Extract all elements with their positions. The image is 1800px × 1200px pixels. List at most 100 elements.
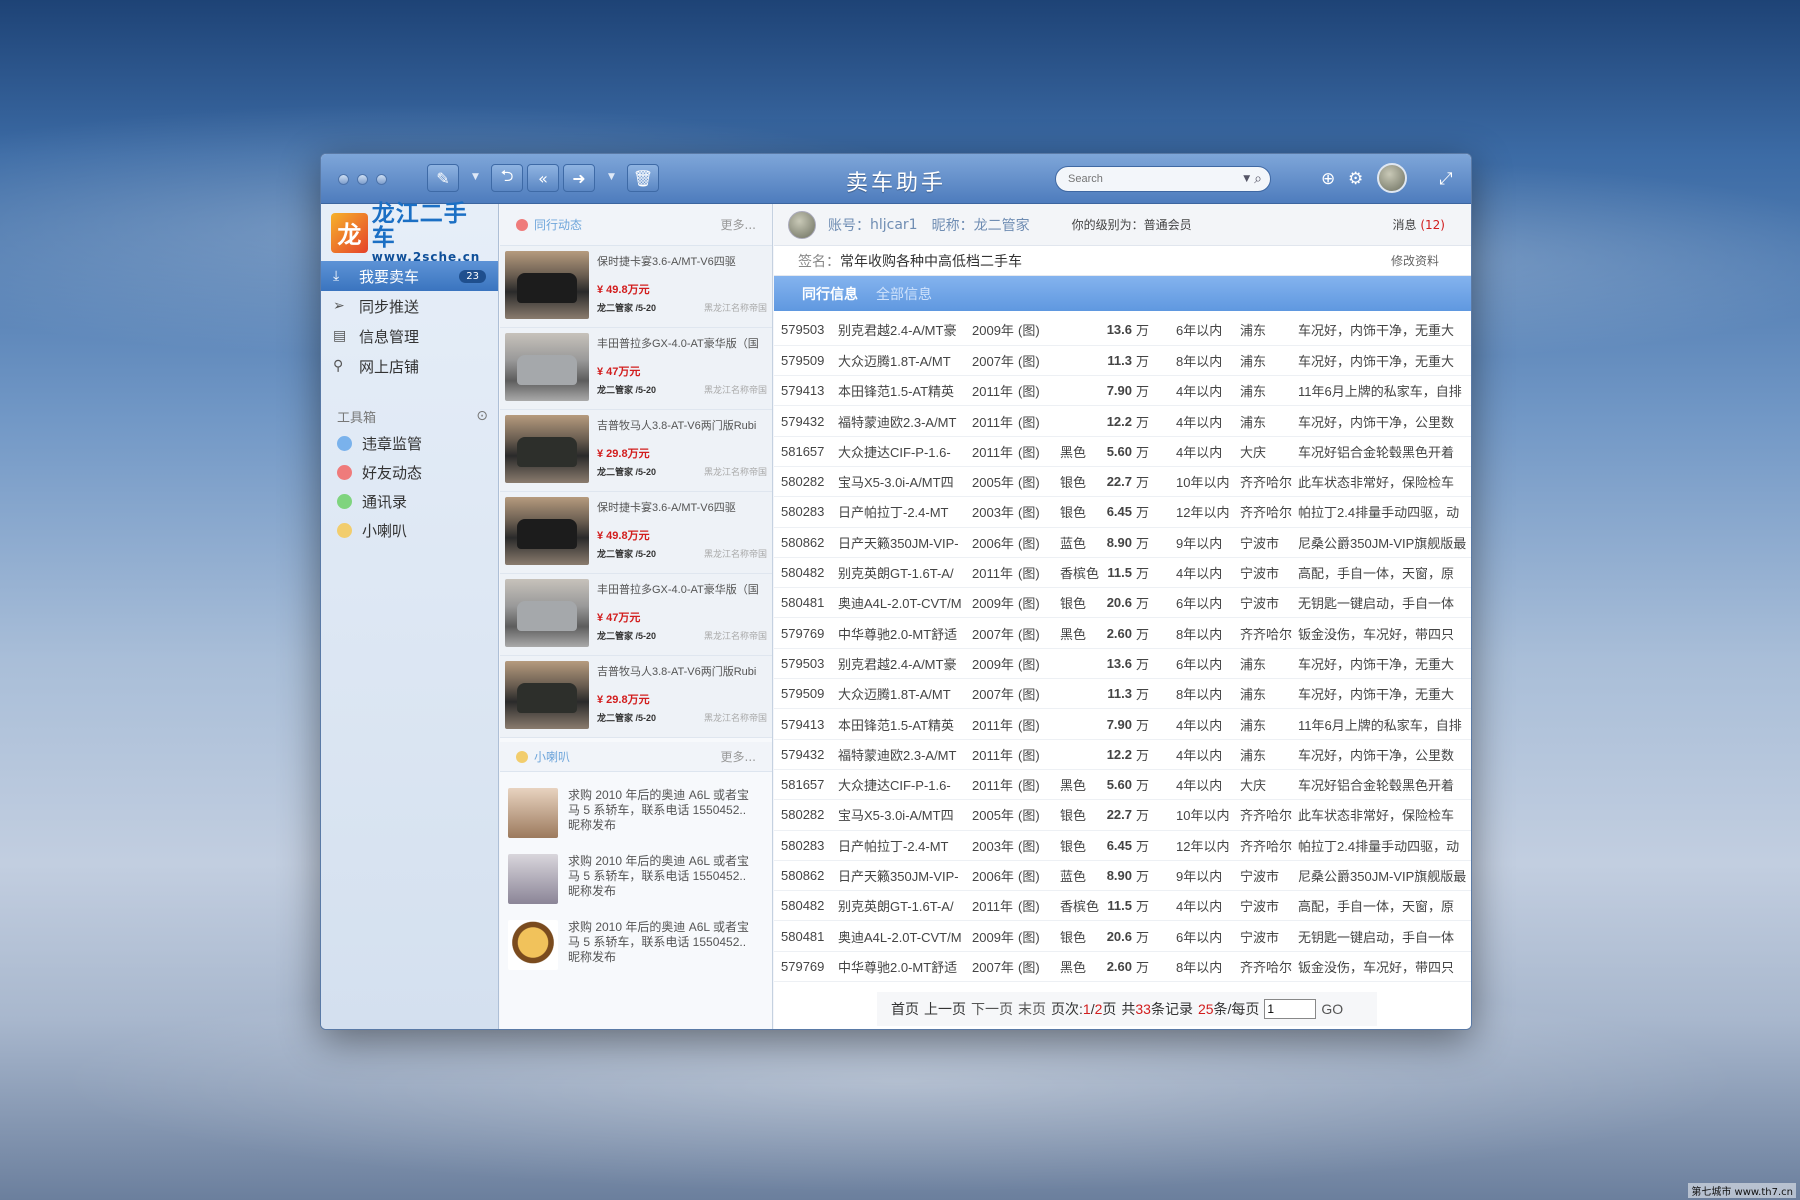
photo-link[interactable]: (图) <box>1018 315 1060 346</box>
go-button[interactable]: GO <box>1321 1001 1343 1017</box>
listing-model[interactable]: 大众捷达CIF-P-1.6- <box>838 436 972 467</box>
account-avatar[interactable] <box>788 210 816 239</box>
table-row[interactable]: 580282 宝马X5-3.0i-A/MT四 2005年 (图) 银色 22.7 万 10年以… <box>774 466 1471 498</box>
table-row[interactable]: 579769 中华尊驰2.0-MT舒适 2007年 (图) 黑色 2.60 万 8年以内 齐齐哈… <box>774 951 1471 983</box>
minimize-window-button[interactable] <box>357 174 368 185</box>
tool-item-violation[interactable]: 违章监管 <box>321 429 498 458</box>
photo-link[interactable]: (图) <box>1018 920 1060 952</box>
photo-link[interactable]: (图) <box>1018 860 1060 892</box>
table-row[interactable]: 579432 福特蒙迪欧2.3-A/MT 2011年 (图) 12.2 万 4年以内 浦东 车况… <box>774 405 1471 437</box>
table-row[interactable]: 581657 大众捷达CIF-P-1.6- 2011年 (图) 黑色 5.60 万 4年以内大… <box>774 769 1471 801</box>
listing-model[interactable]: 日产帕拉丁-2.4-MT <box>838 496 972 528</box>
forward-button[interactable]: ➜ <box>563 164 595 192</box>
tab-peer-info[interactable]: 同行信息 <box>802 284 858 304</box>
messages-link[interactable]: 消息 (12) <box>1393 216 1445 233</box>
photo-link[interactable]: (图) <box>1018 405 1060 437</box>
photo-link[interactable]: (图) <box>1018 648 1060 680</box>
photo-link[interactable]: (图) <box>1018 617 1060 649</box>
horn-more-link[interactable]: 更多... <box>721 748 756 765</box>
photo-link[interactable]: (图) <box>1018 678 1060 710</box>
listing-model[interactable]: 日产天籁350JM-VIP- <box>838 860 972 892</box>
search-icon[interactable]: ⌕ <box>1254 171 1262 187</box>
listing-model[interactable]: 大众迈腾1.8T-A/MT <box>838 345 972 377</box>
next-page-link[interactable]: 下一页 <box>971 999 1013 1019</box>
listing-model[interactable]: 奥迪A4L-2.0T-CVT/M <box>838 587 972 619</box>
photo-link[interactable]: (图) <box>1018 587 1060 619</box>
close-window-button[interactable] <box>338 174 349 185</box>
prev-page-link[interactable]: 上一页 <box>924 999 966 1019</box>
sidebar-item-sync-push[interactable]: ➢ 同步推送 <box>321 291 498 321</box>
listing-model[interactable]: 中华尊驰2.0-MT舒适 <box>838 617 972 649</box>
brand-logo[interactable]: 龙 龙江二手车 www.2sche.cn <box>321 202 498 264</box>
collapse-icon[interactable]: ⊙ <box>476 408 488 424</box>
listing-model[interactable]: 本田锋范1.5-AT精英 <box>838 375 972 407</box>
table-row[interactable]: 581657 大众捷达CIF-P-1.6- 2011年 (图) 黑色 5.60 万 4年以内大… <box>774 436 1471 467</box>
table-row[interactable]: 580481 奥迪A4L-2.0T-CVT/M 2009年 (图) 银色 20.6 万 6年以… <box>774 920 1471 952</box>
tool-item-horn[interactable]: 小喇叭 <box>321 516 498 545</box>
search-dropdown-icon[interactable]: ▼ <box>1243 174 1250 184</box>
delete-button[interactable]: 🗑 <box>627 164 659 192</box>
photo-link[interactable]: (图) <box>1018 951 1060 983</box>
listing-model[interactable]: 日产帕拉丁-2.4-MT <box>838 830 972 861</box>
listing-model[interactable]: 宝马X5-3.0i-A/MT四 <box>838 799 972 831</box>
car-card[interactable]: 丰田普拉多GX-4.0-AT豪华版（国 ¥ 47万元 龙二管家 /5-20 黑龙江名称… <box>500 328 772 410</box>
photo-link[interactable]: (图) <box>1018 799 1060 831</box>
photo-link[interactable]: (图) <box>1018 557 1060 589</box>
photo-link[interactable]: (图) <box>1018 708 1060 740</box>
reply-all-button[interactable]: « <box>527 164 559 192</box>
tool-item-friends[interactable]: 好友动态 <box>321 458 498 487</box>
user-avatar[interactable] <box>1377 163 1407 193</box>
photo-link[interactable]: (图) <box>1018 769 1060 801</box>
listing-model[interactable]: 别克英朗GT-1.6T-A/ <box>838 890 972 922</box>
tool-item-contacts[interactable]: 通讯录 <box>321 487 498 516</box>
horn-post[interactable]: 求购 2010 年后的奥迪 A6L 或者宝马 5 系轿车，联系电话 155045… <box>500 846 772 912</box>
photo-link[interactable]: (图) <box>1018 890 1060 922</box>
search-input[interactable] <box>1068 173 1244 185</box>
compose-dropdown-icon[interactable]: ▼ <box>472 172 479 182</box>
listing-model[interactable]: 别克君越2.4-A/MT豪 <box>838 648 972 680</box>
table-row[interactable]: 579509 大众迈腾1.8T-A/MT 2007年 (图) 11.3 万 8年以内 浦东 车况… <box>774 345 1471 377</box>
table-row[interactable]: 580862 日产天籁350JM-VIP- 2006年 (图) 蓝色 8.90 万 9年以内宁… <box>774 527 1471 558</box>
car-card[interactable]: 吉普牧马人3.8-AT-V6两门版Rubi ¥ 29.8万元 龙二管家 /5-20 黑… <box>500 656 772 738</box>
photo-link[interactable]: (图) <box>1018 436 1060 467</box>
sidebar-item-sell-car[interactable]: ⤓ 我要卖车 23 <box>321 261 498 291</box>
sidebar-item-info-manage[interactable]: ▤ 信息管理 <box>321 321 498 351</box>
car-card[interactable]: 保时捷卡宴3.6-A/MT-V6四驱 ¥ 49.8万元 龙二管家 /5-20 黑龙江名… <box>500 492 772 574</box>
horn-post[interactable]: 求购 2010 年后的奥迪 A6L 或者宝马 5 系轿车，联系电话 155045… <box>500 780 772 846</box>
listing-model[interactable]: 别克英朗GT-1.6T-A/ <box>838 557 972 589</box>
table-row[interactable]: 580482 别克英朗GT-1.6T-A/2011年 (图) 香槟色 11.5 万 4年以内… <box>774 890 1471 922</box>
table-row[interactable]: 580283 日产帕拉丁-2.4-MT 2003年 (图) 银色 6.45 万 12年以内 齐齐… <box>774 830 1471 861</box>
listing-model[interactable]: 大众捷达CIF-P-1.6- <box>838 769 972 801</box>
table-row[interactable]: 579503 别克君越2.4-A/MT豪 2009年 (图) 13.6 万 6年以内 浦东 车况… <box>774 648 1471 680</box>
table-row[interactable]: 579413 本田锋范1.5-AT精英 2011年 (图) 7.90 万 4年以内 浦东 11年… <box>774 375 1471 407</box>
photo-link[interactable]: (图) <box>1018 345 1060 377</box>
listing-model[interactable]: 福特蒙迪欧2.3-A/MT <box>838 405 972 437</box>
listing-model[interactable]: 日产天籁350JM-VIP- <box>838 527 972 558</box>
table-row[interactable]: 580482 别克英朗GT-1.6T-A/2011年 (图) 香槟色 11.5 万 4年以内… <box>774 557 1471 589</box>
table-row[interactable]: 579413 本田锋范1.5-AT精英 2011年 (图) 7.90 万 4年以内 浦东 11年… <box>774 708 1471 740</box>
car-card[interactable]: 保时捷卡宴3.6-A/MT-V6四驱 ¥ 49.8万元 龙二管家 /5-20 黑龙江名… <box>500 246 772 328</box>
sidebar-item-online-shop[interactable]: ⚲ 网上店铺 <box>321 351 498 381</box>
settings-gear-icon[interactable]: ⚙ <box>1348 169 1363 189</box>
last-page-link[interactable]: 末页 <box>1018 999 1046 1019</box>
search-box[interactable]: ▼ ⌕ <box>1055 166 1271 192</box>
first-page-link[interactable]: 首页 <box>891 999 919 1019</box>
table-row[interactable]: 580282 宝马X5-3.0i-A/MT四 2005年 (图) 银色 22.7 万 10年以… <box>774 799 1471 831</box>
table-row[interactable]: 579503 别克君越2.4-A/MT豪 2009年 (图) 13.6 万 6年以内 浦东 车况… <box>774 315 1471 346</box>
zoom-window-button[interactable] <box>376 174 387 185</box>
page-number-input[interactable] <box>1264 999 1317 1019</box>
table-row[interactable]: 580862 日产天籁350JM-VIP- 2006年 (图) 蓝色 8.90 万 9年以内宁… <box>774 860 1471 892</box>
listing-model[interactable]: 大众迈腾1.8T-A/MT <box>838 678 972 710</box>
listing-model[interactable]: 本田锋范1.5-AT精英 <box>838 708 972 740</box>
forward-dropdown-icon[interactable]: ▼ <box>608 172 615 182</box>
listing-model[interactable]: 中华尊驰2.0-MT舒适 <box>838 951 972 983</box>
photo-link[interactable]: (图) <box>1018 527 1060 558</box>
table-row[interactable]: 579432 福特蒙迪欧2.3-A/MT 2011年 (图) 12.2 万 4年以内 浦东 车况… <box>774 739 1471 770</box>
compose-button[interactable]: ✎ <box>427 164 459 192</box>
table-row[interactable]: 580283 日产帕拉丁-2.4-MT 2003年 (图) 银色 6.45 万 12年以内 齐齐… <box>774 496 1471 528</box>
listing-model[interactable]: 奥迪A4L-2.0T-CVT/M <box>838 920 972 952</box>
horn-post[interactable]: 求购 2010 年后的奥迪 A6L 或者宝马 5 系轿车，联系电话 155045… <box>500 912 772 978</box>
photo-link[interactable]: (图) <box>1018 739 1060 770</box>
listing-model[interactable]: 别克君越2.4-A/MT豪 <box>838 315 972 346</box>
table-row[interactable]: 579509 大众迈腾1.8T-A/MT 2007年 (图) 11.3 万 8年以内 浦东 车况… <box>774 678 1471 710</box>
